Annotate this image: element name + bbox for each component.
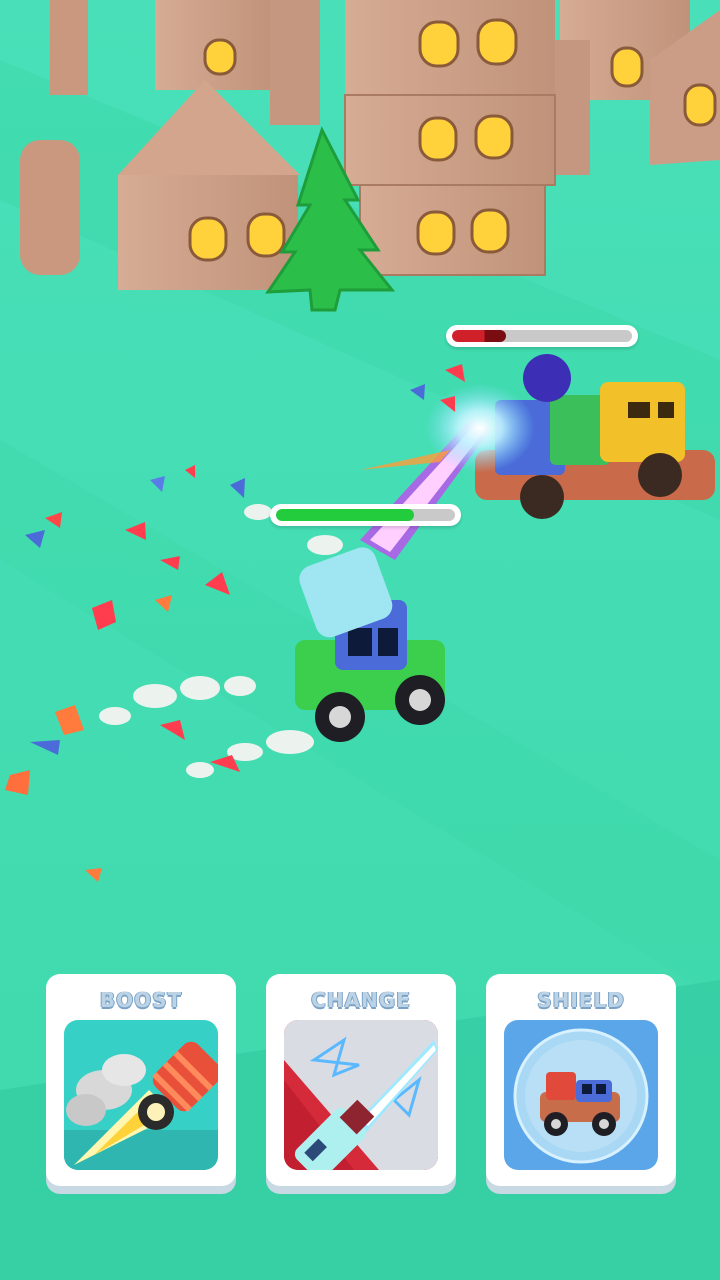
shield-label: SHIELD bbox=[537, 988, 625, 1012]
wood-pillar bbox=[270, 0, 320, 125]
laser-weapon-icon bbox=[284, 1020, 438, 1170]
enemy-health-fill bbox=[452, 330, 506, 342]
player-health-track bbox=[276, 509, 455, 521]
boost-card[interactable]: BOOST bbox=[46, 974, 236, 1186]
wooden-tower bbox=[344, 0, 556, 276]
enemy-health-bar bbox=[446, 325, 638, 347]
change-card[interactable]: CHANGE bbox=[266, 974, 456, 1186]
wood-pillar bbox=[552, 40, 590, 175]
bubble-shield-icon bbox=[504, 1020, 658, 1170]
boost-label: BOOST bbox=[99, 988, 183, 1012]
change-label: CHANGE bbox=[311, 988, 411, 1012]
building-far-left bbox=[155, 0, 275, 90]
shield-card[interactable]: SHIELD bbox=[486, 974, 676, 1186]
player-health-fill bbox=[276, 509, 414, 521]
rocket-boost-icon bbox=[64, 1020, 218, 1170]
wood-log bbox=[20, 140, 80, 275]
player-health-bar bbox=[270, 504, 461, 526]
wood-pillar bbox=[50, 0, 88, 95]
enemy-health-track bbox=[452, 330, 632, 342]
